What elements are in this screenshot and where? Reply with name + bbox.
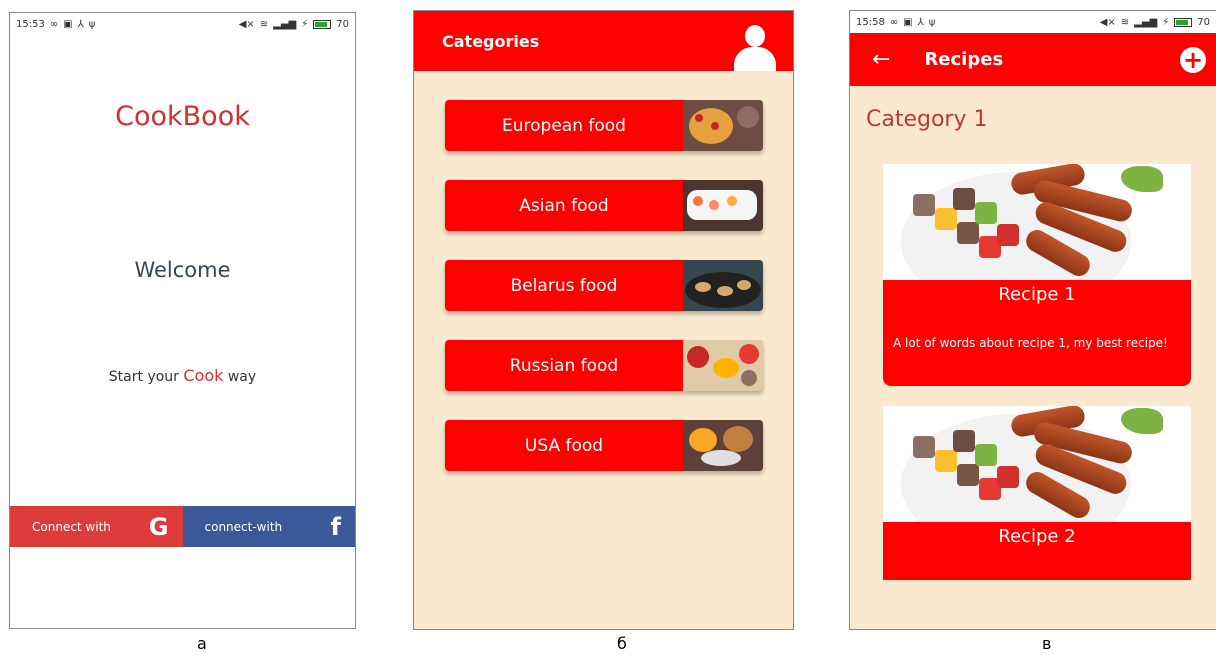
signal-icon: ▂▄▆ (1134, 16, 1158, 28)
usb-icon: ⅄ (917, 16, 924, 28)
image-icon: ▣ (903, 16, 913, 28)
app-title: CookBook (115, 101, 250, 132)
wifi-icon: ≋ (1120, 16, 1130, 28)
battery-icon (313, 19, 332, 29)
recipe-image (883, 164, 1191, 280)
category-item-russian[interactable]: Russian food (445, 340, 763, 391)
android-debug-icon: ψ (928, 16, 936, 28)
category-label: Russian food (509, 355, 619, 376)
user-avatar-icon[interactable] (731, 23, 779, 71)
tagline-prefix: Start your (108, 369, 179, 385)
android-debug-icon: ψ (88, 18, 96, 30)
login-screen: 15:53 ∞ ▣ ⅄ ψ ◀× ≋ ▂▄▆ ⚡ 70 CookBook Wel… (9, 12, 356, 629)
caption-a: а (197, 634, 207, 653)
charging-icon: ⚡ (301, 18, 309, 30)
recipe-card[interactable]: Recipe 1 A lot of words about recipe 1, … (883, 164, 1191, 386)
welcome-text: Welcome (134, 258, 231, 282)
category-image (683, 180, 763, 231)
signal-icon: ▂▄▆ (273, 18, 297, 30)
categories-screen: Categories European food Asian food Bela… (413, 10, 794, 630)
mute-icon: ◀× (1099, 16, 1116, 28)
back-arrow-icon[interactable]: ← (872, 47, 890, 72)
category-image (683, 340, 763, 391)
status-bar: 15:58 ∞ ▣ ⅄ ψ ◀× ≋ ▂▄▆ ⚡ 70 (850, 11, 1216, 33)
category-label: USA food (524, 435, 604, 456)
connect-google-button[interactable]: Connect with G (10, 506, 183, 547)
caption-c: в (1042, 634, 1052, 653)
recipe-card-body: Recipe 1 A lot of words about recipe 1, … (883, 280, 1191, 386)
connect-facebook-label: connect-with (204, 519, 283, 534)
category-heading: Category 1 (866, 107, 988, 132)
tagline: Start your Cook way (10, 366, 355, 385)
recipe-card[interactable]: Recipe 2 (883, 406, 1191, 580)
battery-icon (1174, 17, 1193, 27)
toolbar: Categories (414, 11, 793, 71)
category-item-usa[interactable]: USA food (445, 420, 763, 471)
mute-icon: ◀× (238, 18, 255, 30)
infinity-icon: ∞ (49, 18, 59, 30)
category-image (683, 420, 763, 471)
recipe-name: Recipe 1 (998, 284, 1076, 305)
status-time: 15:58 (856, 16, 885, 28)
usb-icon: ⅄ (77, 18, 84, 30)
category-list: European food Asian food Belarus food Ru… (445, 100, 763, 500)
status-time: 15:53 (16, 18, 45, 30)
category-item-asian[interactable]: Asian food (445, 180, 763, 231)
facebook-icon: f (330, 512, 341, 541)
google-icon: G (148, 512, 169, 541)
charging-icon: ⚡ (1162, 16, 1170, 28)
caption-b: б (617, 634, 627, 653)
status-bar: 15:53 ∞ ▣ ⅄ ψ ◀× ≋ ▂▄▆ ⚡ 70 (10, 13, 355, 35)
category-item-belarus[interactable]: Belarus food (445, 260, 763, 311)
social-login-bar: Connect with G connect-with f (10, 506, 355, 547)
category-item-european[interactable]: European food (445, 100, 763, 151)
image-icon: ▣ (63, 18, 73, 30)
battery-level: 70 (336, 18, 349, 30)
recipe-description: A lot of words about recipe 1, my best r… (893, 336, 1168, 350)
recipe-card-body: Recipe 2 (883, 522, 1191, 580)
category-label: Asian food (519, 195, 609, 216)
category-image (683, 100, 763, 151)
tagline-highlight: Cook (183, 366, 224, 385)
category-label: Belarus food (510, 275, 618, 296)
tagline-suffix: way (227, 369, 257, 385)
toolbar-title: Recipes (924, 49, 1004, 70)
connect-facebook-button[interactable]: connect-with f (182, 506, 355, 547)
recipes-screen: 15:58 ∞ ▣ ⅄ ψ ◀× ≋ ▂▄▆ ⚡ 70 ← Recipes + … (849, 10, 1216, 630)
connect-google-label: Connect with (32, 519, 111, 534)
wifi-icon: ≋ (259, 18, 269, 30)
recipe-name: Recipe 2 (998, 526, 1076, 547)
add-recipe-icon[interactable]: + (1180, 46, 1206, 73)
recipe-image (883, 406, 1191, 522)
category-image (683, 260, 763, 311)
battery-level: 70 (1197, 16, 1210, 28)
infinity-icon: ∞ (889, 16, 899, 28)
toolbar: ← Recipes + (850, 33, 1216, 86)
toolbar-title: Categories (442, 31, 540, 51)
category-label: European food (502, 115, 626, 136)
